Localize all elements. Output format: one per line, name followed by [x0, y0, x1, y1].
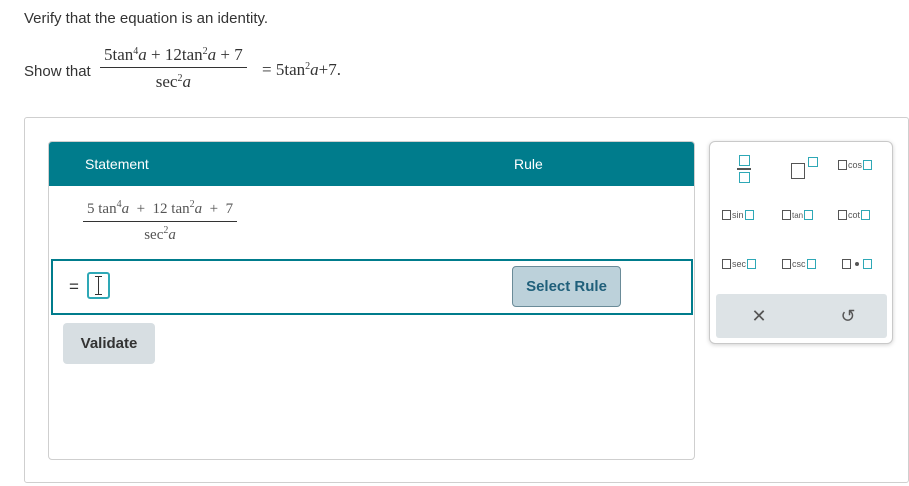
multiply-key[interactable]	[842, 259, 872, 269]
exponent-key[interactable]	[788, 156, 818, 182]
text-cursor-icon	[93, 276, 104, 295]
coef: 5	[104, 45, 113, 64]
variable: a	[138, 45, 147, 64]
func: sec	[144, 227, 164, 243]
problem-denominator: sec2a	[156, 68, 191, 92]
sec-key[interactable]: sec	[722, 259, 757, 269]
fraction-key[interactable]	[732, 154, 756, 184]
header-rule: Rule	[514, 156, 543, 172]
variable: a	[207, 45, 217, 64]
func: tan	[98, 201, 117, 217]
select-rule-button[interactable]: Select Rule	[512, 266, 621, 307]
operator: +	[151, 45, 161, 64]
tan-label: tan	[792, 210, 804, 220]
variable: a	[121, 201, 130, 217]
variable: a	[310, 60, 319, 79]
validate-button[interactable]: Validate	[63, 323, 155, 364]
func: sec	[155, 72, 178, 91]
coef: 12	[164, 45, 182, 64]
variable: a	[182, 72, 191, 91]
show-that-label: Show that	[24, 63, 91, 80]
undo-icon[interactable]: ↺	[833, 303, 863, 329]
variable: a	[194, 201, 203, 217]
variable: a	[168, 227, 176, 243]
sin-label: sin	[732, 210, 744, 220]
csc-key[interactable]: csc	[782, 259, 816, 269]
proof-table: Statement Rule 5 tan4a + 12 tan2a + 7 se…	[48, 141, 695, 460]
tan-key[interactable]: tan	[782, 210, 814, 220]
cos-label: cos	[848, 160, 863, 170]
sin-key[interactable]: sin	[722, 210, 754, 220]
coef: 5	[87, 201, 95, 217]
constant: 7	[225, 201, 234, 217]
func: tan	[181, 45, 203, 64]
instruction-text: Verify that the equation is an identity.	[24, 10, 269, 27]
clear-icon[interactable]: ✕	[744, 303, 774, 329]
cot-label: cot	[848, 210, 861, 220]
table-header: Statement Rule	[49, 142, 694, 186]
problem-numerator: 5tan4a + 12tan2a + 7	[100, 45, 247, 67]
csc-label: csc	[792, 259, 806, 269]
cot-key[interactable]: cot	[838, 210, 871, 220]
statement-numerator: 5 tan4a + 12 tan2a + 7	[83, 200, 237, 221]
problem-rhs: = 5tan2a+7.	[262, 60, 341, 80]
exponent-icon	[791, 163, 805, 179]
operator: +	[136, 201, 146, 217]
func: tan	[171, 201, 190, 217]
cos-key[interactable]: cos	[838, 160, 873, 170]
coef: 12	[152, 201, 168, 217]
keypad-actions: ✕ ↺	[716, 294, 887, 338]
multiply-dot-icon	[855, 262, 859, 266]
answer-input[interactable]	[87, 272, 110, 299]
constant: 7	[234, 45, 243, 64]
statement-row-1: 5 tan4a + 12 tan2a + 7 sec2a	[83, 200, 238, 244]
operator: +	[220, 45, 230, 64]
equals-sign: =	[262, 60, 272, 79]
func: tan	[112, 45, 134, 64]
header-statement: Statement	[85, 156, 149, 172]
operator: +	[209, 201, 219, 217]
active-statement-row: = Select Rule	[51, 259, 693, 315]
statement-denominator: sec2a	[144, 222, 176, 244]
fraction-icon	[738, 155, 750, 167]
func: tan	[284, 60, 306, 79]
rhs-rest: +7.	[318, 60, 341, 79]
sec-label: sec	[732, 259, 747, 269]
row-equals-sign: =	[69, 277, 79, 296]
problem-lhs-fraction: 5tan4a + 12tan2a + 7 sec2a	[100, 45, 247, 92]
math-keypad: cos sin tan cot sec csc ✕ ↺	[709, 141, 893, 344]
